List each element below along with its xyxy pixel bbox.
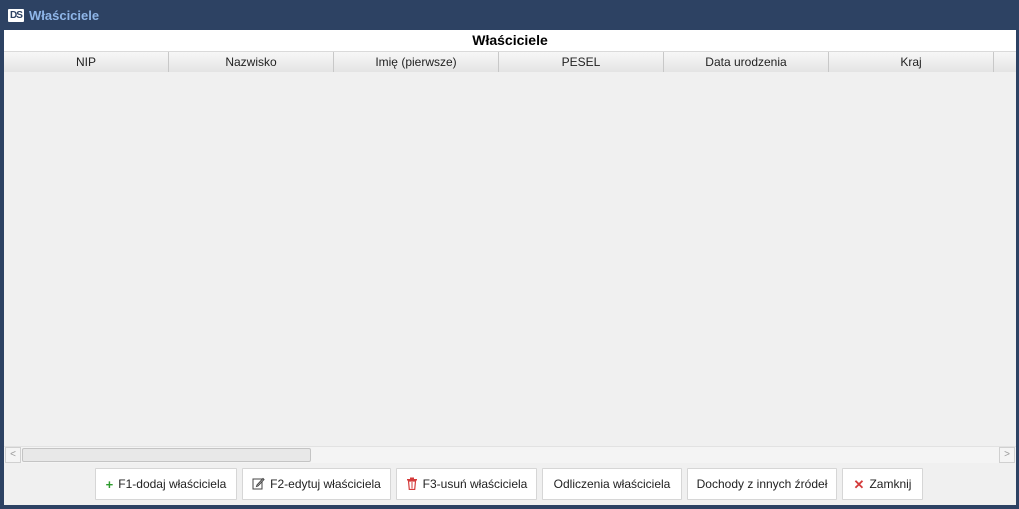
table-header-row: NIP Nazwisko Imię (pierwsze) PESEL Data … [4,51,1016,73]
horizontal-scrollbar[interactable]: < > [4,446,1016,463]
table-body[interactable] [4,72,1016,445]
column-header-nip[interactable]: NIP [4,52,169,72]
owner-deductions-button[interactable]: Odliczenia właściciela [542,468,682,500]
column-header-birth-date[interactable]: Data urodzenia [664,52,829,72]
column-header-country[interactable]: Kraj [829,52,994,72]
edit-owner-label: F2-edytuj właściciela [270,477,381,491]
edit-owner-button[interactable]: F2-edytuj właściciela [242,468,391,500]
other-income-label: Dochody z innych źródeł [696,477,828,491]
button-bar: + F1-dodaj właściciela F2-edytuj właścic… [4,463,1016,505]
column-header-surname[interactable]: Nazwisko [169,52,334,72]
table-caption: Właściciele [4,30,1016,51]
add-owner-label: F1-dodaj właściciela [118,477,227,491]
close-label: Zamknij [869,477,912,491]
content-panel: Właściciele NIP Nazwisko Imię (pierwsze)… [4,30,1016,505]
delete-owner-label: F3-usuń właściciela [422,477,528,491]
close-button[interactable]: ✕ Zamknij [842,468,923,500]
column-header-pesel[interactable]: PESEL [499,52,664,72]
owner-deductions-label: Odliczenia właściciela [553,477,671,491]
plus-icon: + [105,476,114,492]
close-icon: ✕ [853,476,865,492]
trash-icon [406,477,418,492]
window-title: Właściciele [29,7,100,23]
app-logo-icon: DS [8,8,24,22]
scroll-left-icon[interactable]: < [5,447,21,463]
delete-owner-button[interactable]: F3-usuń właściciela [396,468,537,500]
owners-window: DS Właściciele Właściciele NIP Nazwisko … [0,0,1019,509]
column-header-first-name[interactable]: Imię (pierwsze) [334,52,499,72]
add-owner-button[interactable]: + F1-dodaj właściciela [95,468,237,500]
scroll-right-icon[interactable]: > [999,447,1015,463]
scrollbar-thumb[interactable] [22,448,311,462]
other-income-button[interactable]: Dochody z innych źródeł [687,468,837,500]
title-bar: DS Właściciele [0,0,1019,30]
edit-icon [252,477,265,492]
